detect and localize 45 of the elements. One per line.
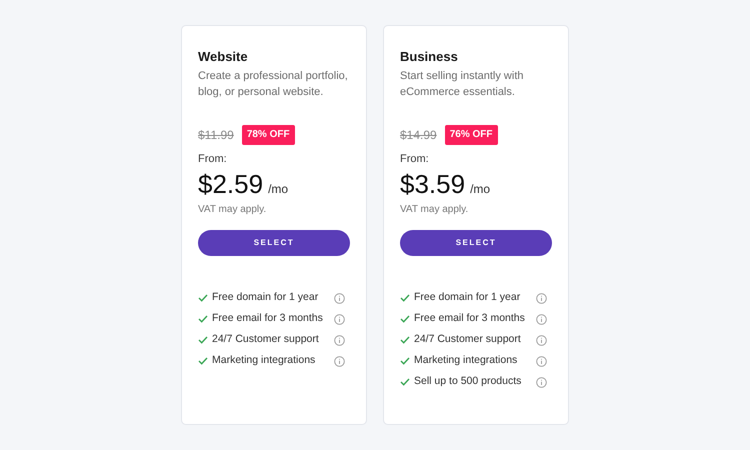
- plan-description: Start selling instantly with eCommerce essentials.: [400, 69, 524, 100]
- info-icon[interactable]: [334, 356, 345, 366]
- plan-title: Website: [198, 49, 249, 65]
- feature-text: 24/7 Customer support: [212, 332, 320, 348]
- feature-text: Free domain for 1 year: [212, 290, 320, 306]
- select-button[interactable]: SELECT: [400, 230, 552, 256]
- price: $2.59: [198, 168, 264, 200]
- check-icon: [198, 315, 208, 323]
- info-icon[interactable]: [536, 314, 547, 324]
- feature-text: Marketing integrations: [212, 353, 316, 368]
- check-icon: [400, 294, 410, 302]
- feature-text: Free email for 3 months: [212, 311, 324, 326]
- select-button[interactable]: SELECT: [198, 230, 350, 256]
- check-icon: [198, 357, 208, 365]
- info-icon[interactable]: [334, 334, 345, 346]
- from-label: From:: [198, 152, 228, 166]
- price-period: /mo: [470, 181, 490, 198]
- discount-badge: 78% OFF: [242, 125, 295, 145]
- info-icon[interactable]: [536, 334, 547, 346]
- info-icon[interactable]: [334, 292, 345, 304]
- info-icon[interactable]: [536, 292, 547, 304]
- discount-badge: 76% OFF: [444, 125, 498, 145]
- check-icon: [400, 336, 410, 344]
- info-icon[interactable]: [536, 376, 547, 388]
- price: $3.59: [400, 168, 466, 200]
- plan-description: Create a professional portfolio, blog, or personal website.: [198, 69, 349, 100]
- price-period: /mo: [268, 181, 288, 198]
- feature-text: Sell up to 500 products: [414, 374, 522, 390]
- check-icon: [400, 357, 410, 365]
- from-label: From:: [400, 152, 430, 166]
- info-icon[interactable]: [536, 356, 547, 366]
- check-icon: [400, 315, 410, 323]
- vat-note: VAT may apply.: [400, 203, 470, 217]
- plan-title: Business: [400, 49, 459, 65]
- info-icon[interactable]: [334, 314, 345, 324]
- old-price: $14.99: [400, 127, 437, 144]
- vat-note: VAT may apply.: [198, 203, 268, 217]
- feature-text: Marketing integrations: [414, 353, 518, 368]
- check-icon: [198, 336, 208, 344]
- feature-text: 24/7 Customer support: [414, 332, 522, 348]
- old-price: $11.99: [198, 127, 234, 144]
- feature-text: Free domain for 1 year: [414, 290, 522, 306]
- check-icon: [198, 294, 208, 302]
- check-icon: [400, 378, 410, 386]
- feature-text: Free email for 3 months: [414, 311, 526, 326]
